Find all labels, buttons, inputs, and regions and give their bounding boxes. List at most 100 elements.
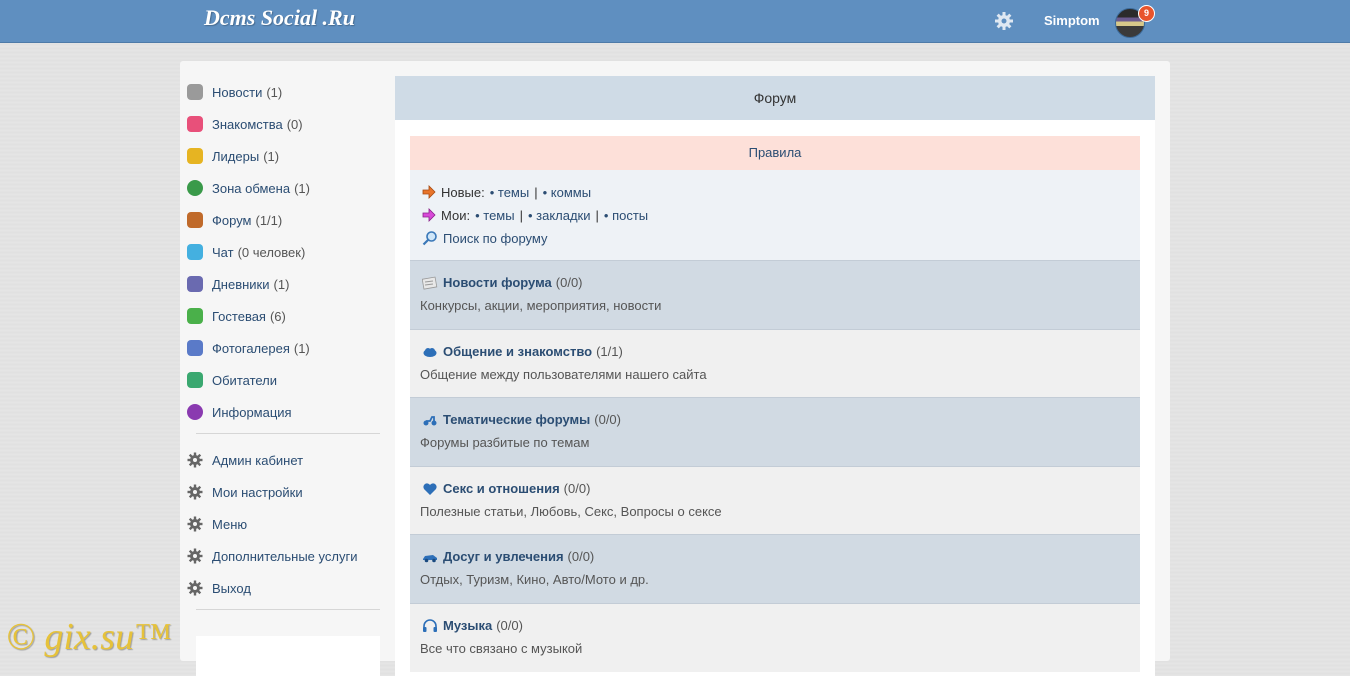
sidebar-item-label: Новости [212, 84, 263, 100]
category-title-link[interactable]: Новости форума [443, 275, 552, 290]
category-title-link[interactable]: Общение и знакомство [443, 344, 592, 359]
news-icon [187, 84, 203, 100]
new-topics-link[interactable]: • темы [490, 185, 529, 200]
site-logo[interactable]: Dcms Social .Ru [204, 5, 355, 31]
sidebar-item-count: (1) [293, 340, 310, 356]
sidebar-item-chat[interactable]: Чат (0 человек) [187, 242, 305, 262]
sidebar-item-forum[interactable]: Форум (1/1) [187, 210, 282, 230]
sidebar-item-diaries[interactable]: Дневники (1) [187, 274, 289, 294]
forum-category-row[interactable]: Общение и знакомство (1/1) Общение между… [410, 329, 1140, 398]
forum-category-row[interactable]: Тематические форумы (0/0) Форумы разбиты… [410, 397, 1140, 466]
watermark: © gix.su™ [6, 616, 172, 658]
sidebar-item-info[interactable]: Информация [187, 402, 292, 422]
sidebar-item-guestbook[interactable]: Гостевая (6) [187, 306, 286, 326]
forum-panel: Форум Правила Новые: • темы | • коммы Мо… [395, 76, 1155, 676]
category-title-row: Общение и знакомство (1/1) [422, 344, 623, 359]
category-description: Все что связано с музыкой [420, 641, 583, 656]
forum-category-row[interactable]: Новости форума (0/0) Конкурсы, акции, ме… [410, 260, 1140, 329]
sidebar-item-photo[interactable]: Фотогалерея (1) [187, 338, 310, 358]
sidebar-item-label: Знакомства [212, 116, 283, 132]
sidebar-item-count: (1) [294, 180, 310, 196]
sidebar-item-dating[interactable]: Знакомства (0) [187, 114, 303, 134]
sidebar-item-logout[interactable]: Выход [187, 578, 251, 598]
category-title-link[interactable]: Секс и отношения [443, 481, 560, 496]
category-count: (1/1) [596, 344, 623, 359]
my-posts-link[interactable]: • посты [604, 208, 648, 223]
sidebar-item-label: Зона обмена [212, 180, 291, 196]
category-count: (0/0) [496, 618, 523, 633]
sidebar-item-count: (1/1) [255, 212, 283, 228]
category-title-row: Секс и отношения (0/0) [422, 481, 590, 496]
gear-icon [187, 516, 203, 532]
sidebar-item-menu[interactable]: Меню [187, 514, 247, 534]
gear-icon [187, 580, 203, 596]
sidebar-item-leaders[interactable]: Лидеры (1) [187, 146, 279, 166]
category-count: (0/0) [563, 481, 591, 496]
sidebar-item-extra-services[interactable]: Дополнительные услуги [187, 546, 357, 566]
users-icon [187, 372, 203, 388]
sidebar-item-count: (0) [286, 116, 303, 132]
sidebar-item-news[interactable]: Новости (1) [187, 82, 282, 102]
sidebar-item-count: (0 человек) [237, 244, 306, 260]
gear-icon [187, 452, 203, 468]
forum-category-row[interactable]: Досуг и увлечения (0/0) Отдых, Туризм, К… [410, 534, 1140, 603]
top-bar: Dcms Social .Ru Simptom 9 [0, 0, 1350, 43]
settings-gear-icon[interactable] [994, 11, 1014, 31]
username-link[interactable]: Simptom [1044, 13, 1100, 28]
car-icon [423, 554, 437, 562]
new-links-row: Новые: • темы | • коммы [422, 182, 591, 202]
category-title-link[interactable]: Музыка [443, 618, 492, 633]
diary-icon [187, 276, 203, 292]
chat-icon [187, 244, 203, 260]
sidebar-item-exchange[interactable]: Зона обмена (1) [187, 178, 310, 198]
magnifier-icon [422, 231, 437, 246]
my-bookmarks-link[interactable]: • закладки [528, 208, 591, 223]
sidebar-item-count: (1) [273, 276, 290, 292]
heart-icon [423, 482, 437, 495]
sidebar-item-label: Мои настройки [212, 484, 303, 500]
category-count: (0/0) [555, 275, 583, 290]
sidebar-item-label: Админ кабинет [212, 452, 304, 468]
link-separator: | [595, 207, 599, 223]
my-topics-link[interactable]: • темы [475, 208, 514, 223]
forum-links-box: Новые: • темы | • коммы Мои: • темы | • … [410, 170, 1140, 260]
sidebar-item-label: Дополнительные услуги [212, 548, 358, 564]
sidebar-item-label: Обитатели [212, 372, 278, 388]
sidebar-item-label: Информация [212, 404, 292, 420]
my-links-row: Мои: • темы | • закладки | • посты [422, 205, 648, 225]
heart-icon [187, 116, 203, 132]
sidebar-item-admin[interactable]: Админ кабинет [187, 450, 303, 470]
category-description: Форумы разбитые по темам [420, 435, 590, 450]
forum-icon [187, 212, 203, 228]
new-comments-link[interactable]: • коммы [543, 185, 591, 200]
forum-category-row[interactable]: Секс и отношения (0/0) Полезные статьи, … [410, 466, 1140, 535]
arrow-right-icon [422, 208, 436, 222]
category-title-link[interactable]: Досуг и увлечения [443, 549, 564, 564]
scooter-icon [423, 415, 437, 425]
notification-badge[interactable]: 9 [1138, 5, 1155, 22]
sidebar-item-label: Фотогалерея [212, 340, 290, 356]
category-count: (0/0) [567, 549, 595, 564]
sidebar-item-my-settings[interactable]: Мои настройки [187, 482, 303, 502]
category-title-row: Досуг и увлечения (0/0) [422, 549, 594, 564]
rules-link[interactable]: Правила [410, 136, 1140, 170]
arrow-right-icon [422, 185, 436, 199]
gear-icon [187, 548, 203, 564]
category-description: Конкурсы, акции, мероприятия, новости [420, 298, 662, 313]
category-description: Полезные статьи, Любовь, Секс, Вопросы о… [420, 504, 722, 519]
new-label: Новые: [441, 184, 485, 200]
sidebar-item-users[interactable]: Обитатели [187, 370, 277, 390]
forum-search-link[interactable]: Поиск по форуму [443, 231, 547, 246]
trophy-icon [187, 148, 203, 164]
category-title-link[interactable]: Тематические форумы [443, 412, 590, 427]
sidebar-item-label: Меню [212, 516, 248, 532]
category-title-row: Музыка (0/0) [422, 618, 523, 633]
exchange-icon [187, 180, 203, 196]
search-row: Поиск по форуму [422, 228, 547, 248]
photo-icon [187, 340, 203, 356]
sidebar-item-label: Гостевая [212, 308, 266, 324]
sidebar-item-label: Лидеры [212, 148, 260, 164]
gear-icon [187, 484, 203, 500]
sidebar-item-count: (1) [263, 148, 280, 164]
forum-category-row[interactable]: Музыка (0/0) Все что связано с музыкой [410, 603, 1140, 672]
